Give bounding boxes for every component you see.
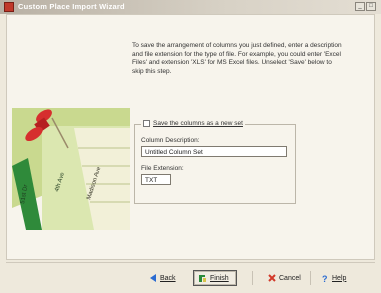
back-button[interactable]: Back — [146, 270, 180, 286]
help-question-icon: ? — [322, 274, 328, 283]
file-extension-input[interactable]: TXT — [141, 174, 171, 185]
finish-button[interactable]: Finish — [193, 270, 237, 286]
window-title: Custom Place Import Wizard — [18, 2, 125, 11]
finish-icon — [199, 274, 206, 282]
help-button-label: Help — [332, 274, 347, 282]
instructions-text: To save the arrangement of columns you j… — [132, 42, 342, 75]
save-columns-checkbox[interactable] — [143, 120, 150, 127]
back-button-label: Back — [160, 274, 176, 282]
save-columns-group — [134, 124, 296, 204]
title-bar: Custom Place Import Wizard _ □ — [0, 0, 381, 14]
minimize-button[interactable]: _ — [355, 2, 365, 11]
map-pin-illustration: 51st Dr 4th Ave Madison Ave — [12, 108, 130, 230]
finish-button-label: Finish — [210, 274, 229, 282]
cancel-x-icon — [268, 274, 276, 282]
help-button[interactable]: ? Help — [318, 270, 350, 286]
column-description-label: Column Description: — [141, 137, 200, 144]
save-columns-label: Save the columns as a new set — [153, 120, 243, 127]
save-columns-checkbox-row[interactable]: Save the columns as a new set — [141, 120, 245, 127]
maximize-button[interactable]: □ — [366, 2, 376, 11]
button-separator — [6, 262, 375, 263]
app-icon — [4, 2, 14, 12]
file-extension-label: File Extension: — [141, 165, 184, 172]
column-description-input[interactable]: Untitled Column Set — [141, 146, 287, 157]
svg-text:?: ? — [322, 274, 328, 283]
cancel-button-label: Cancel — [279, 274, 301, 282]
button-divider — [310, 271, 311, 285]
button-divider — [252, 271, 253, 285]
wizard-window: Custom Place Import Wizard _ □ 51st Dr 4… — [0, 0, 381, 293]
back-arrow-icon — [150, 274, 156, 282]
cancel-button[interactable]: Cancel — [264, 270, 305, 286]
